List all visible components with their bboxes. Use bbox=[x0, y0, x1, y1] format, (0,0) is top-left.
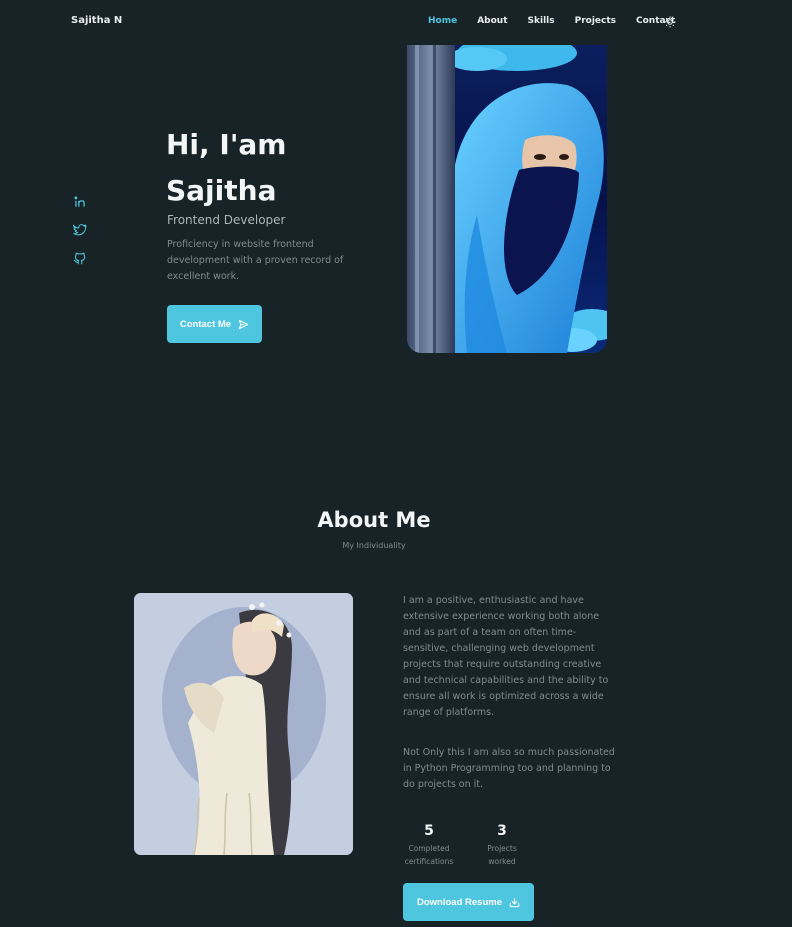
stat-certifications: 5 Completed certifications bbox=[394, 822, 464, 868]
sun-icon[interactable] bbox=[664, 16, 676, 28]
main-nav: Home About Skills Projects Contact bbox=[428, 16, 695, 26]
nav-home[interactable]: Home bbox=[428, 16, 457, 26]
hero-profile-image bbox=[407, 45, 607, 353]
hero-description: Proficiency in website frontend developm… bbox=[167, 239, 344, 282]
linkedin-icon[interactable] bbox=[73, 195, 87, 209]
send-icon bbox=[238, 319, 249, 329]
stat-label: Projects worked bbox=[487, 844, 517, 866]
hero-role: Frontend Developer bbox=[167, 213, 286, 227]
about-paragraph-1: I am a positive, enthusiastic and have e… bbox=[403, 595, 609, 718]
nav-skills[interactable]: Skills bbox=[528, 16, 555, 26]
github-icon[interactable] bbox=[73, 251, 87, 265]
about-paragraph-2: Not Only this I am also so much passiona… bbox=[403, 747, 615, 790]
nav-about[interactable]: About bbox=[477, 16, 507, 26]
nav-projects[interactable]: Projects bbox=[575, 16, 616, 26]
download-resume-button[interactable]: Download Resume bbox=[403, 883, 534, 921]
resume-button-label: Download Resume bbox=[417, 896, 502, 908]
stat-label: Completed certifications bbox=[404, 844, 454, 866]
stat-projects: 3 Projects worked bbox=[467, 822, 537, 868]
hero-greeting: Hi, I'am bbox=[166, 128, 287, 161]
about-profile-image bbox=[134, 593, 353, 855]
about-subtitle: My Individuality bbox=[342, 541, 406, 550]
hero-title: Hi, I'am Sajitha bbox=[166, 122, 386, 214]
hero-name: Sajitha bbox=[166, 174, 277, 207]
stat-value: 3 bbox=[497, 823, 507, 839]
site-logo[interactable]: Sajitha N bbox=[71, 15, 122, 26]
about-title: About Me bbox=[317, 508, 431, 532]
contact-me-button[interactable]: Contact Me bbox=[167, 305, 262, 343]
social-links bbox=[73, 195, 87, 279]
stat-value: 5 bbox=[424, 823, 434, 839]
portfolio-page: Sajitha N Home About Skills Projects Con… bbox=[0, 0, 792, 927]
download-icon bbox=[509, 897, 520, 907]
twitter-icon[interactable] bbox=[73, 223, 87, 237]
contact-button-label: Contact Me bbox=[179, 318, 232, 330]
